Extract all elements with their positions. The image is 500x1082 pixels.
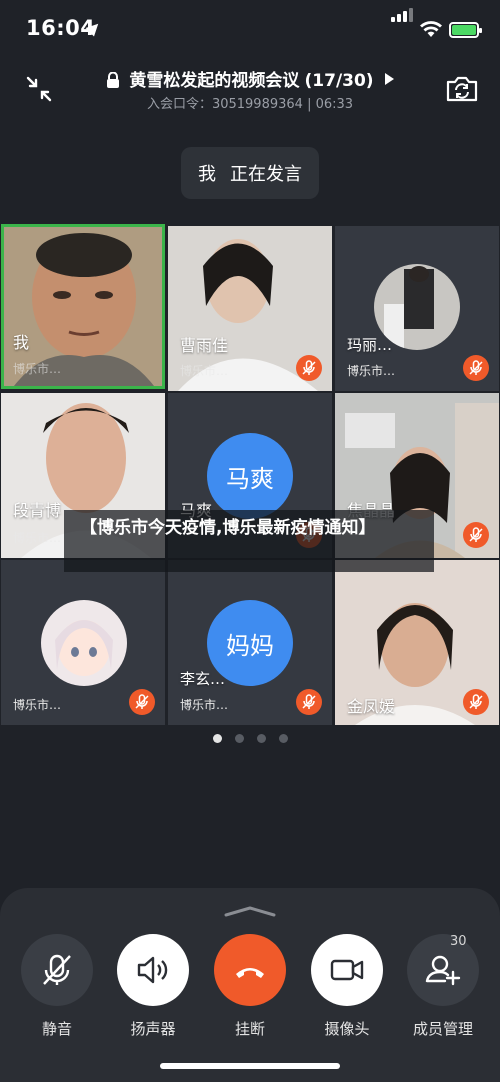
- status-bar: 16:04: [0, 0, 500, 56]
- participant-tile[interactable]: 玛丽… 博乐市…: [335, 226, 499, 391]
- muted-mic-icon: [463, 522, 489, 548]
- muted-mic-icon: [129, 689, 155, 715]
- speaker-icon: [137, 956, 168, 984]
- hangup-button[interactable]: [214, 934, 286, 1006]
- participant-location: 博乐市…: [180, 698, 229, 712]
- article-title-overlay: 【博乐市今天疫情,博乐最新疫情通知】: [64, 510, 434, 572]
- member-count-badge: 30: [450, 934, 467, 949]
- participant-tile[interactable]: 金凤媛: [335, 560, 499, 725]
- participant-avatar: 马爽: [207, 433, 293, 519]
- video-camera-icon: [330, 959, 364, 981]
- hangup-label: 挂断: [234, 1020, 265, 1038]
- mute-button[interactable]: [21, 934, 93, 1006]
- page-dot: [235, 734, 244, 743]
- participant-location: 博乐市…: [180, 364, 229, 378]
- participant-tile[interactable]: 妈妈 李玄… 博乐市…: [168, 560, 332, 725]
- muted-mic-icon: [463, 355, 489, 381]
- participant-name: 金凤媛: [347, 697, 396, 716]
- meeting-passcode-duration: 入会口令：30519989364 | 06:33: [146, 97, 354, 112]
- members-label: 成员管理: [412, 1020, 473, 1038]
- meeting-title: 黄雪松发起的视频会议: [129, 71, 300, 91]
- meeting-title-bar[interactable]: 黄雪松发起的视频会议 (17/30): [0, 66, 500, 91]
- speaking-status: 正在发言: [230, 164, 302, 185]
- page-dot-active: [213, 734, 222, 743]
- participant-avatar: [41, 600, 127, 686]
- page-indicator[interactable]: [213, 734, 288, 743]
- participant-name: 玛丽…: [347, 336, 393, 354]
- mute-label: 静音: [41, 1020, 72, 1038]
- lock-icon: [107, 72, 120, 88]
- muted-mic-icon: [296, 689, 322, 715]
- speaker-label: 扬声器: [130, 1020, 176, 1038]
- home-indicator[interactable]: [160, 1063, 340, 1069]
- participant-name: 曹雨佳: [180, 336, 229, 355]
- participant-count: (17/30): [304, 71, 374, 91]
- active-speaker-indicator: 我 正在发言: [181, 147, 319, 199]
- camera-switch-icon[interactable]: [444, 72, 480, 106]
- participant-location: 博乐市…: [347, 364, 396, 378]
- add-member-icon: [425, 955, 461, 986]
- mic-off-icon: [43, 954, 71, 985]
- page-dot: [257, 734, 266, 743]
- participant-tile[interactable]: 曹雨佳 博乐市…: [168, 226, 332, 391]
- page-dot: [279, 734, 288, 743]
- participant-location: 博乐市…: [13, 698, 62, 712]
- participant-name: 我: [13, 333, 30, 352]
- members-button[interactable]: [407, 934, 479, 1006]
- participant-name: 李玄…: [180, 670, 226, 688]
- triangle-right-icon: [384, 73, 394, 85]
- chevron-up-icon[interactable]: [222, 904, 278, 918]
- participant-tile-self[interactable]: 我 博乐市…: [1, 224, 165, 389]
- participant-location: 博乐市…: [13, 362, 62, 376]
- speaker-name: 我: [198, 164, 216, 185]
- muted-mic-icon: [463, 689, 489, 715]
- participant-tile[interactable]: 博乐市…: [1, 560, 165, 725]
- camera-button[interactable]: [311, 934, 383, 1006]
- battery-icon: [449, 22, 482, 38]
- hangup-phone-icon: [236, 968, 264, 978]
- participant-location: 博乐市…: [13, 531, 62, 545]
- participant-name: 段青博: [13, 501, 62, 520]
- camera-label: 摄像头: [324, 1020, 370, 1038]
- muted-mic-icon: [296, 355, 322, 381]
- wifi-icon: [420, 21, 442, 37]
- speaker-button[interactable]: [117, 934, 189, 1006]
